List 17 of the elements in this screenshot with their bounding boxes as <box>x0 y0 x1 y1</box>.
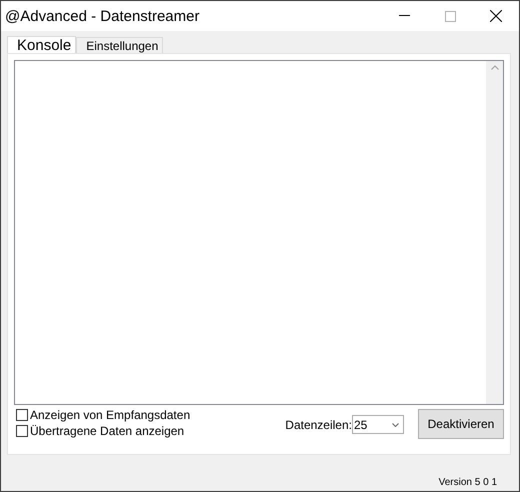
minimize-icon <box>398 15 410 17</box>
data-lines-label: Datenzeilen: <box>285 418 352 432</box>
checkbox[interactable] <box>16 425 28 437</box>
scroll-up-icon[interactable] <box>490 65 498 70</box>
data-lines-dropdown[interactable]: 25 <box>352 415 404 434</box>
chevron-down-icon <box>392 422 399 426</box>
checkbox-label: Übertragene Daten anzeigen <box>30 424 184 438</box>
version-label: Version 5 0 1 <box>438 477 497 488</box>
window-title: @Advanced - Datenstreamer <box>5 8 200 24</box>
scrollbar[interactable] <box>486 61 503 404</box>
checkbox-label: Anzeigen von Empfangsdaten <box>30 408 190 422</box>
tab[interactable]: Konsole <box>7 36 76 54</box>
tab[interactable]: Einstellungen <box>76 37 164 53</box>
deactivate-button[interactable]: Deaktivieren <box>418 409 504 439</box>
checkbox[interactable] <box>16 409 28 421</box>
close-icon <box>490 10 502 22</box>
maximize-icon <box>444 10 456 22</box>
